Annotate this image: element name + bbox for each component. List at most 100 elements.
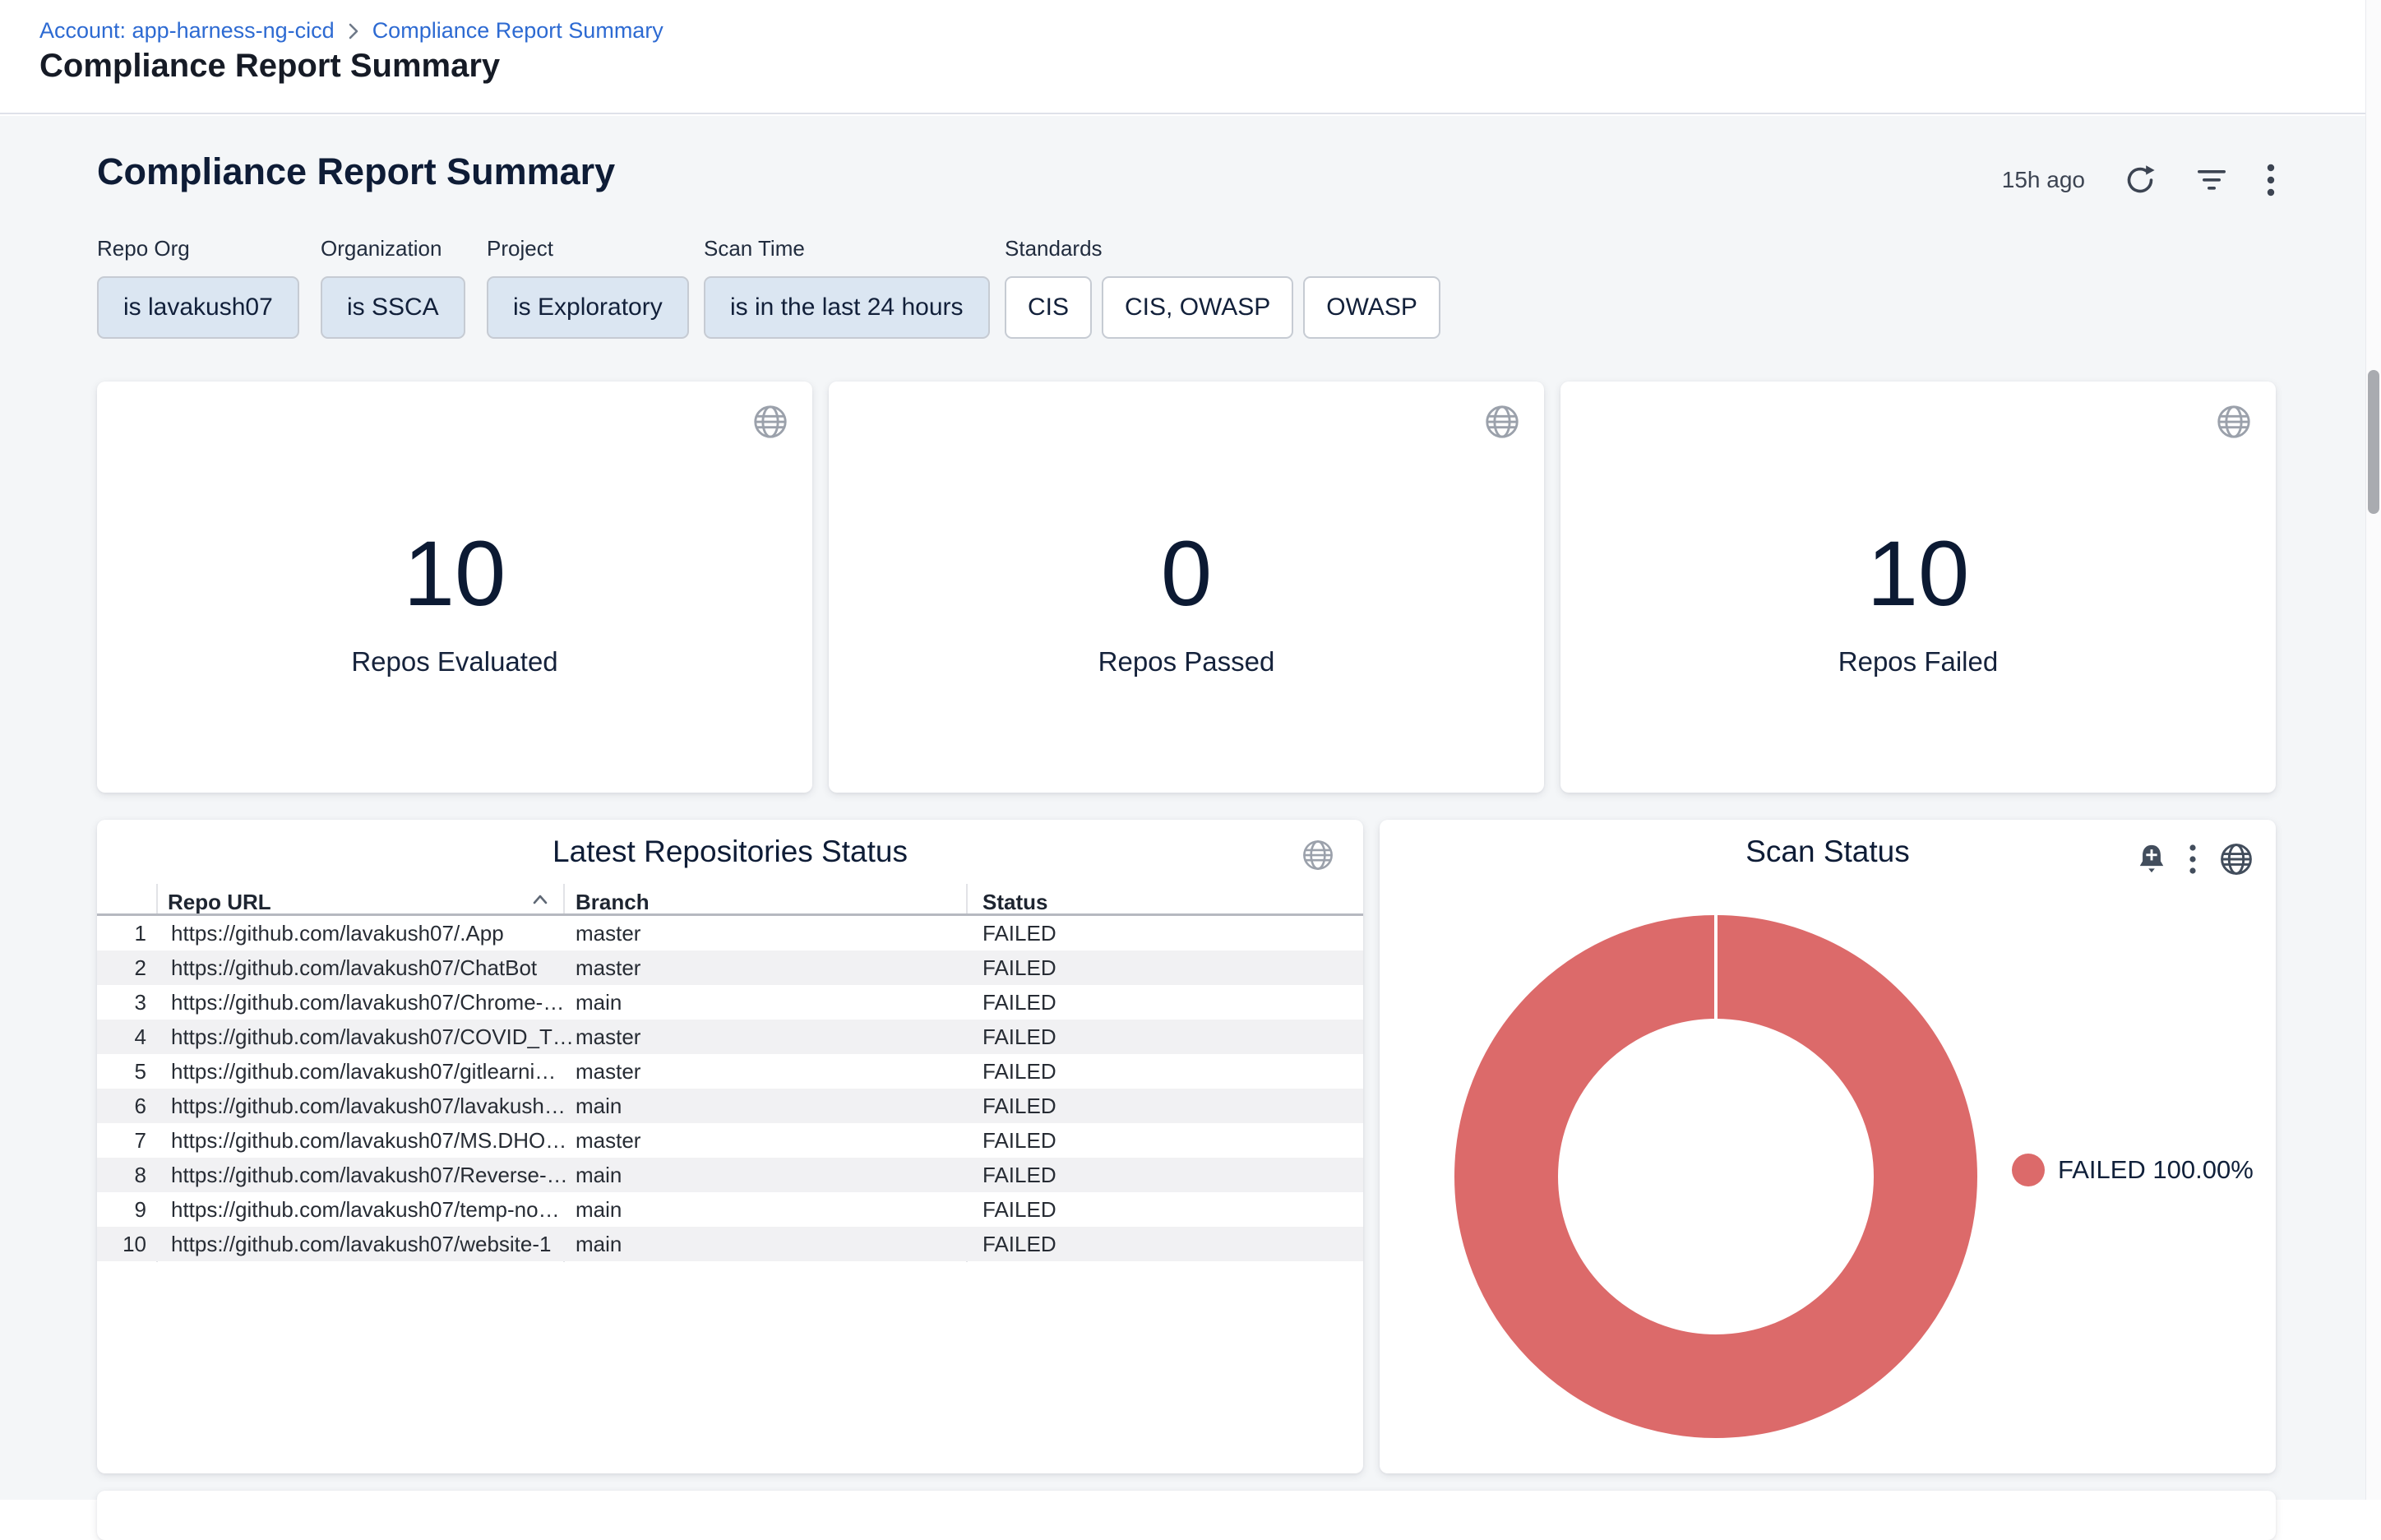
- table-row: 8 https://github.com/lavakush07/Reverse-…: [97, 1158, 1363, 1192]
- row-index: 7: [97, 1123, 146, 1158]
- branch-cell: main: [576, 1192, 622, 1227]
- stat-label: Repos Passed: [829, 646, 1544, 678]
- filter-chip-standard-cis-owasp[interactable]: CIS, OWASP: [1102, 276, 1293, 339]
- repo-url-cell: https://github.com/lavakush07/ChatBot: [171, 950, 537, 985]
- kebab-menu-icon[interactable]: [2266, 162, 2276, 198]
- status-cell: FAILED: [982, 1158, 1056, 1192]
- table-row: 2 https://github.com/lavakush07/ChatBot …: [97, 950, 1363, 985]
- status-cell: FAILED: [982, 1192, 1056, 1227]
- table-row: 1 https://github.com/lavakush07/.App mas…: [97, 916, 1363, 950]
- filter-chip-organization[interactable]: is SSCA: [321, 276, 465, 339]
- status-cell: FAILED: [982, 1054, 1056, 1089]
- globe-icon[interactable]: [1301, 838, 1335, 876]
- repo-url-cell: https://github.com/lavakush07/.App: [171, 916, 504, 950]
- dashboard-canvas: Compliance Report Summary 15h ago: [0, 116, 2381, 1500]
- stat-label: Repos Evaluated: [97, 646, 812, 678]
- branch-cell: main: [576, 1158, 622, 1192]
- top-header-bar: Account: app-harness-ng-cicd Compliance …: [0, 0, 2381, 114]
- table-row: 10 https://github.com/lavakush07/website…: [97, 1227, 1363, 1261]
- filter-label: Scan Time: [704, 236, 990, 261]
- alert-bell-icon[interactable]: [2136, 842, 2167, 876]
- latest-repositories-status-panel: Latest Repositories Status Repo URL Bran…: [97, 820, 1363, 1473]
- row-index: 8: [97, 1158, 146, 1192]
- filter-chip-repo-org[interactable]: is lavakush07: [97, 276, 299, 339]
- branch-cell: main: [576, 985, 622, 1020]
- filter-label: Standards: [1005, 236, 1440, 261]
- bottom-panel: [97, 1491, 2276, 1540]
- stat-value: 10: [1560, 528, 2276, 620]
- filter-group-project: Project is Exploratory: [487, 236, 689, 339]
- breadcrumb-page-link[interactable]: Compliance Report Summary: [372, 18, 663, 44]
- repo-url-cell: https://github.com/lavakush07/Chrome-…: [171, 985, 564, 1020]
- globe-icon[interactable]: [2215, 403, 2253, 445]
- scan-status-donut-chart[interactable]: [1453, 913, 1979, 1440]
- repo-url-cell: https://github.com/lavakush07/temp-no…: [171, 1192, 560, 1227]
- status-cell: FAILED: [982, 916, 1056, 950]
- row-index: 1: [97, 916, 146, 950]
- status-cell: FAILED: [982, 1227, 1056, 1261]
- repo-url-cell: https://github.com/lavakush07/Reverse-…: [171, 1158, 568, 1192]
- panel-actions: [2136, 841, 2254, 877]
- status-cell: FAILED: [982, 1089, 1056, 1123]
- row-index: 2: [97, 950, 146, 985]
- row-index: 5: [97, 1054, 146, 1089]
- repo-url-cell: https://github.com/lavakush07/website-1: [171, 1227, 551, 1261]
- table-row: 9 https://github.com/lavakush07/temp-no……: [97, 1192, 1363, 1227]
- globe-icon[interactable]: [1483, 403, 1521, 445]
- status-cell: FAILED: [982, 985, 1056, 1020]
- globe-icon[interactable]: [751, 403, 789, 445]
- breadcrumb-account-link[interactable]: Account: app-harness-ng-cicd: [39, 18, 335, 44]
- branch-cell: master: [576, 1020, 640, 1054]
- breadcrumb-chevron-icon: [348, 22, 359, 40]
- filter-icon[interactable]: [2195, 164, 2228, 196]
- table-row: 3 https://github.com/lavakush07/Chrome-……: [97, 985, 1363, 1020]
- stat-card-repos-failed: 10 Repos Failed: [1560, 382, 2276, 793]
- filter-group-organization: Organization is SSCA: [321, 236, 465, 339]
- stat-label: Repos Failed: [1560, 646, 2276, 678]
- filter-chip-standard-owasp[interactable]: OWASP: [1303, 276, 1440, 339]
- status-cell: FAILED: [982, 1020, 1056, 1054]
- stat-card-repos-evaluated: 10 Repos Evaluated: [97, 382, 812, 793]
- repo-url-cell: https://github.com/lavakush07/lavakush…: [171, 1089, 566, 1123]
- table-row: 5 https://github.com/lavakush07/gitlearn…: [97, 1054, 1363, 1089]
- column-header-branch[interactable]: Branch: [576, 890, 650, 915]
- donut-slice-failed[interactable]: [1506, 967, 1926, 1386]
- table-row: 6 https://github.com/lavakush07/lavakush…: [97, 1089, 1363, 1123]
- filter-label: Repo Org: [97, 236, 299, 261]
- branch-cell: master: [576, 1123, 640, 1158]
- branch-cell: master: [576, 1054, 640, 1089]
- filter-label: Organization: [321, 236, 465, 261]
- filter-group-repo-org: Repo Org is lavakush07: [97, 236, 299, 339]
- stat-value: 10: [97, 528, 812, 620]
- column-header-status[interactable]: Status: [982, 890, 1047, 915]
- repo-url-cell: https://github.com/lavakush07/gitlearni…: [171, 1054, 556, 1089]
- scrollbar-track[interactable]: [2365, 0, 2381, 1500]
- branch-cell: main: [576, 1227, 622, 1261]
- kebab-menu-icon[interactable]: [2189, 843, 2197, 876]
- filter-chip-project[interactable]: is Exploratory: [487, 276, 689, 339]
- status-cell: FAILED: [982, 1123, 1056, 1158]
- legend-marker-failed: [2012, 1154, 2045, 1186]
- chart-legend[interactable]: FAILED 100.00%: [2012, 1154, 2254, 1186]
- branch-cell: main: [576, 1089, 622, 1123]
- table-row: 4 https://github.com/lavakush07/COVID_T……: [97, 1020, 1363, 1054]
- sort-ascending-icon[interactable]: [531, 892, 549, 911]
- repo-url-cell: https://github.com/lavakush07/COVID_T…: [171, 1020, 574, 1054]
- column-header-repo-url[interactable]: Repo URL: [168, 890, 271, 915]
- row-index: 4: [97, 1020, 146, 1054]
- last-updated-label: 15h ago: [2002, 167, 2085, 193]
- dashboard-controls: 15h ago: [2002, 162, 2276, 198]
- filter-group-scan-time: Scan Time is in the last 24 hours: [704, 236, 990, 339]
- refresh-icon[interactable]: [2123, 163, 2157, 197]
- filter-chip-standard-cis[interactable]: CIS: [1005, 276, 1092, 339]
- table-panel-title: Latest Repositories Status: [97, 835, 1363, 869]
- scrollbar-thumb[interactable]: [2368, 370, 2379, 514]
- row-index: 9: [97, 1192, 146, 1227]
- branch-cell: master: [576, 916, 640, 950]
- dashboard-title: Compliance Report Summary: [97, 150, 615, 193]
- filter-group-standards: Standards CIS CIS, OWASP OWASP: [1005, 236, 1440, 339]
- filter-chip-scan-time[interactable]: is in the last 24 hours: [704, 276, 990, 339]
- row-index: 10: [97, 1227, 146, 1261]
- slice-boundary: [1714, 913, 1718, 1020]
- globe-icon[interactable]: [2218, 841, 2254, 877]
